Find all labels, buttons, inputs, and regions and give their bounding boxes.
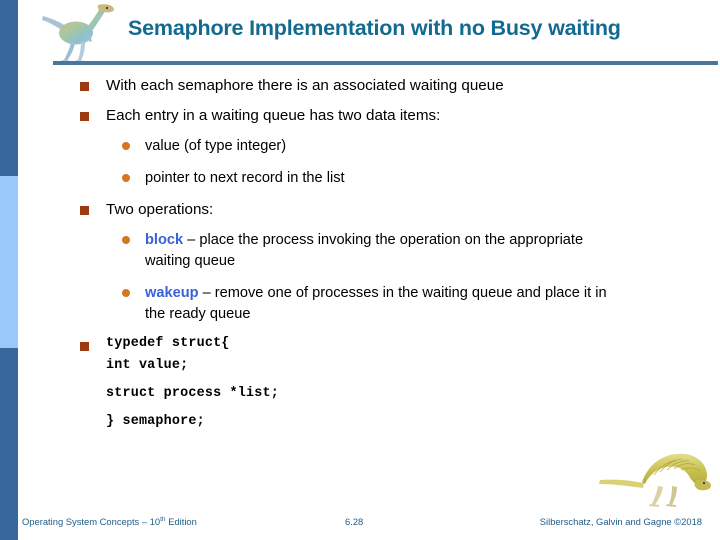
rail-segment-middle — [0, 176, 18, 348]
slide-body: With each semaphore there is an associat… — [18, 76, 720, 446]
dot-bullet-icon — [122, 289, 130, 297]
code-line: struct process *list; — [106, 386, 279, 401]
code-line: int value; — [106, 358, 189, 373]
sub-bullet-item-value: value (of type integer) — [122, 136, 720, 157]
bullet-text: With each semaphore there is an associat… — [106, 77, 504, 94]
dot-bullet-icon — [122, 142, 130, 150]
title-divider — [53, 61, 718, 65]
sub-bullet-text: block – place the process invoking the o… — [145, 230, 615, 272]
sub-bullet-remainder: – remove one of processes in the waiting… — [145, 285, 607, 322]
footer-copyright: Silberschatz, Galvin and Gagne ©2018 — [539, 516, 702, 527]
bullet-item-3: Two operations: — [80, 200, 720, 219]
bullet-item-1: With each semaphore there is an associat… — [80, 76, 720, 95]
bullet-item-code: typedef struct{ — [80, 336, 720, 351]
sub-bullet-item-wakeup: wakeup – remove one of processes in the … — [122, 283, 720, 325]
dot-bullet-icon — [122, 174, 130, 182]
page-title: Semaphore Implementation with no Busy wa… — [128, 16, 621, 40]
slide-number: 6.28 — [345, 516, 364, 527]
dot-bullet-icon — [122, 236, 130, 244]
square-bullet-icon — [80, 112, 89, 121]
slide-header: Semaphore Implementation with no Busy wa… — [18, 0, 720, 68]
keyword-block: block — [145, 232, 184, 248]
gallimimus-dinosaur-icon — [42, 4, 115, 63]
footer-edition: Operating System Concepts – 10th Edition — [22, 516, 197, 527]
rail-segment-top — [0, 0, 18, 176]
sub-bullet-text: wakeup – remove one of processes in the … — [145, 283, 615, 325]
square-bullet-icon — [80, 342, 89, 351]
square-bullet-icon — [80, 206, 89, 215]
code-line: } semaphore; — [106, 414, 205, 429]
footer-edition-suffix: Edition — [165, 516, 197, 528]
keyword-wakeup: wakeup — [145, 285, 199, 301]
left-color-rail — [0, 0, 18, 540]
spinosaurus-dinosaur-icon — [599, 453, 712, 507]
sub-bullet-item-pointer: pointer to next record in the list — [122, 168, 720, 189]
bullet-text: Two operations: — [106, 201, 214, 218]
sub-bullet-item-block: block – place the process invoking the o… — [122, 230, 720, 272]
code-line: typedef struct{ — [106, 336, 230, 351]
slide: Semaphore Implementation with no Busy wa… — [0, 0, 720, 540]
sub-bullet-remainder: – place the process invoking the operati… — [145, 232, 584, 269]
sub-bullet-text: pointer to next record in the list — [145, 170, 345, 186]
footer-edition-prefix: Operating System Concepts – 10 — [22, 516, 161, 528]
sub-bullet-text: value (of type integer) — [145, 138, 287, 154]
slide-footer: Operating System Concepts – 10th Edition… — [0, 510, 720, 540]
square-bullet-icon — [80, 82, 89, 91]
bullet-item-2: Each entry in a waiting queue has two da… — [80, 106, 720, 125]
bullet-text: Each entry in a waiting queue has two da… — [106, 107, 441, 124]
